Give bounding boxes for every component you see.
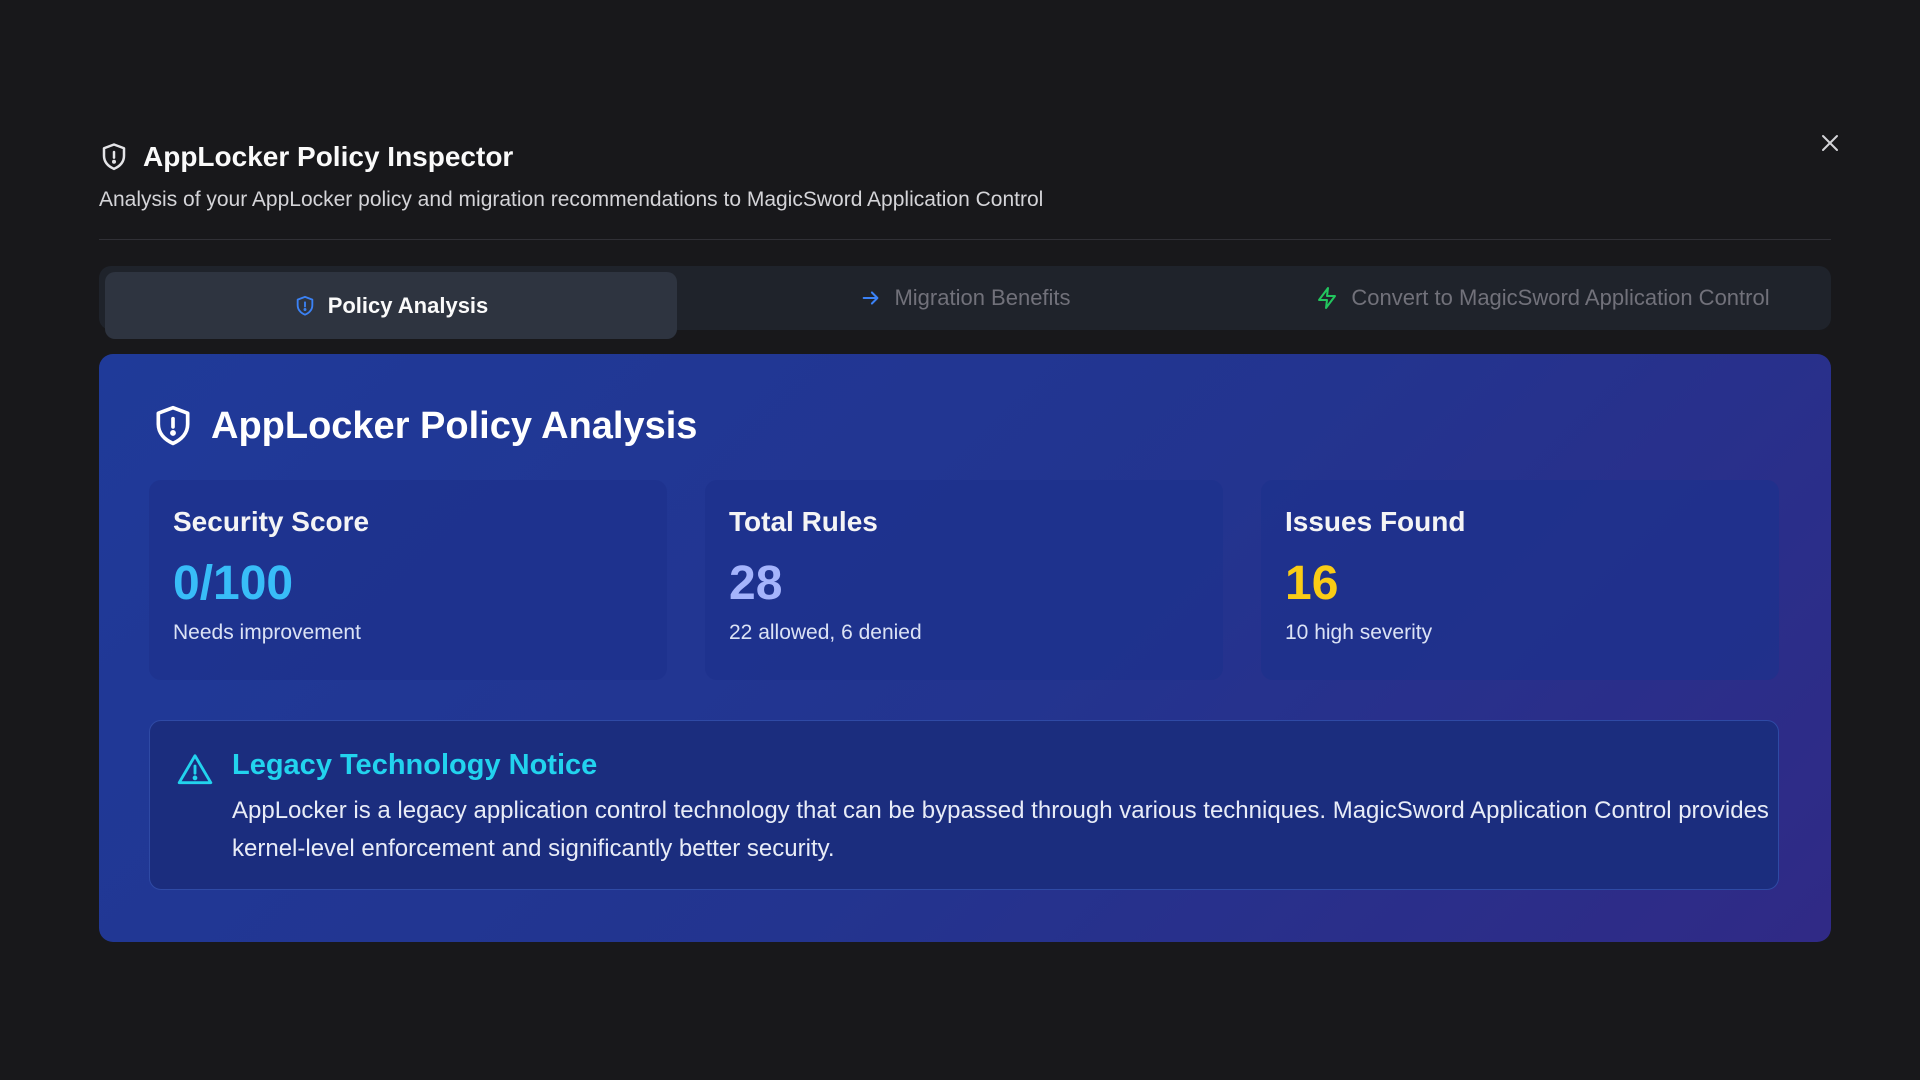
stats-row: Security Score 0/100 Needs improvement T… [149,480,1779,680]
tab-convert[interactable]: Convert to MagicSword Application Contro… [1254,266,1831,330]
stat-card-total-rules: Total Rules 28 22 allowed, 6 denied [705,480,1223,680]
stat-label: Issues Found [1285,506,1466,537]
stat-card-issues-found: Issues Found 16 10 high severity [1261,480,1779,680]
stat-label: Security Score [173,506,370,537]
shield-icon [296,295,313,316]
panel-title: AppLocker Policy Analysis [211,404,698,447]
stat-note: Needs improvement [173,621,361,644]
stat-label: Total Rules [729,506,878,537]
tab-label: Convert to MagicSword Application Contro… [1351,285,1770,310]
stat-note: 22 allowed, 6 denied [729,621,922,644]
legacy-technology-notice: Legacy Technology Notice AppLocker is a … [149,720,1779,890]
tab-label: Policy Analysis [327,292,489,318]
tab-bar: Policy Analysis Migration Benefits Conve… [99,266,1831,339]
header-divider [99,239,1831,240]
shield-alert-icon [156,405,190,446]
warning-triangle-icon [177,754,213,785]
tab-policy-analysis[interactable]: Policy Analysis [105,272,677,339]
stat-note: 10 high severity [1285,621,1433,644]
zap-icon [1318,287,1337,309]
tab-migration-benefits[interactable]: Migration Benefits [677,266,1254,330]
arrow-right-icon [863,291,879,305]
tab-label: Migration Benefits [894,285,1071,310]
stat-value: 0/100 [173,557,294,610]
notice-text: AppLocker is a legacy application contro… [232,797,1769,862]
dialog-header: AppLocker Policy Inspector Analysis of y… [99,138,1831,212]
stat-card-security-score: Security Score 0/100 Needs improvement [149,480,667,680]
applocker-inspector-dialog: AppLocker Policy Inspector Analysis of y… [0,0,1920,1080]
dialog-subtitle: Analysis of your AppLocker policy and mi… [99,188,1044,211]
stat-value: 16 [1285,557,1339,610]
shield-alert-icon [102,143,126,171]
policy-analysis-panel: AppLocker Policy Analysis Security Score… [99,354,1831,942]
notice-title: Legacy Technology Notice [232,749,598,781]
stat-value: 28 [729,557,783,610]
dialog-title: AppLocker Policy Inspector [143,141,514,172]
